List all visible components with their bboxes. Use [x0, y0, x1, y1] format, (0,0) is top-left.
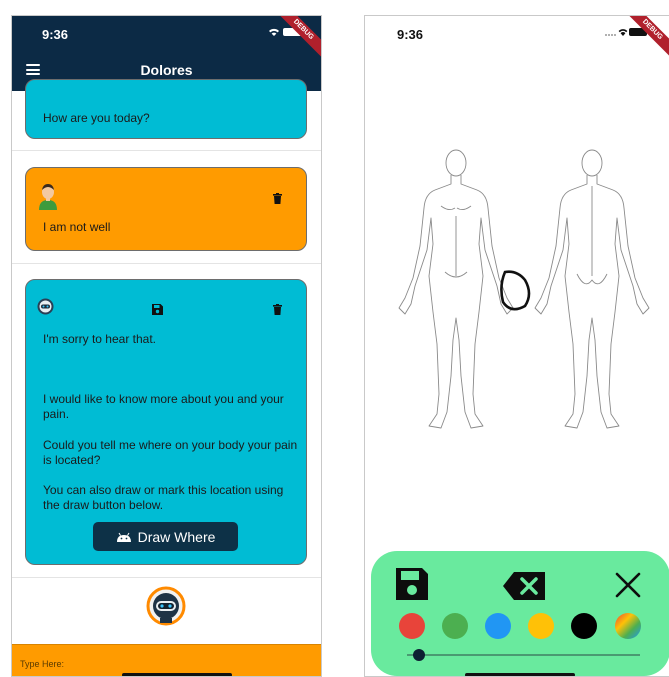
bot-message-bubble: I'm sorry to hear that. I would like to … [25, 279, 307, 565]
stroke-width-slider[interactable] [407, 654, 640, 656]
body-diagram [398, 149, 650, 429]
drawn-marker-stroke [500, 270, 531, 311]
save-icon[interactable] [152, 302, 163, 320]
draw-phone-screen: 9:36 DEBUG [364, 15, 669, 677]
draw-where-button[interactable]: Draw Where [93, 522, 238, 551]
delete-icon[interactable] [273, 191, 282, 209]
clear-button[interactable] [502, 571, 546, 604]
home-indicator [465, 673, 575, 676]
robot-avatar-icon [37, 298, 54, 320]
message-text: I am not well [43, 220, 111, 234]
status-time: 9:36 [397, 27, 424, 42]
message-divider [12, 150, 321, 151]
close-icon [615, 572, 641, 598]
message-paragraph: I would like to know more about you and … [43, 392, 284, 421]
chat-list[interactable]: How are you today? I am not well I'm sor… [12, 79, 321, 644]
user-message-bubble: I am not well [25, 167, 307, 251]
message-divider [12, 577, 321, 578]
dolores-bot-avatar [146, 586, 186, 626]
swatch-green[interactable] [442, 613, 468, 639]
message-divider [12, 263, 321, 264]
draw-where-label: Draw Where [137, 528, 216, 545]
delete-icon[interactable] [273, 302, 282, 320]
input-placeholder: Type Here: [20, 659, 65, 669]
app-title: Dolores [140, 62, 193, 78]
swatch-gradient[interactable] [615, 613, 641, 639]
user-avatar-icon [37, 182, 59, 215]
drawing-toolbar [371, 551, 669, 676]
swatch-yellow[interactable] [528, 613, 554, 639]
swatch-red[interactable] [399, 613, 425, 639]
status-time: 9:36 [42, 27, 69, 42]
save-button[interactable] [395, 567, 429, 604]
message-paragraph: I'm sorry to hear that. [43, 332, 156, 346]
stroke-width-slider-thumb[interactable] [412, 649, 425, 661]
bot-message-bubble: How are you today? [25, 79, 307, 139]
drawing-canvas[interactable] [365, 76, 669, 551]
backspace-clear-icon [503, 572, 545, 600]
home-indicator [122, 673, 232, 676]
message-text: How are you today? [43, 111, 150, 125]
android-icon [116, 532, 131, 542]
close-button[interactable] [615, 572, 641, 601]
message-paragraph: Could you tell me where on your body you… [43, 438, 298, 467]
message-paragraph: You can also draw or mark this location … [43, 483, 284, 512]
swatch-blue[interactable] [485, 613, 511, 639]
chat-phone-screen: 9:36 DEBUG Dolores How are you today? I … [11, 15, 322, 677]
save-icon [396, 568, 428, 600]
swatch-black[interactable] [571, 613, 597, 639]
